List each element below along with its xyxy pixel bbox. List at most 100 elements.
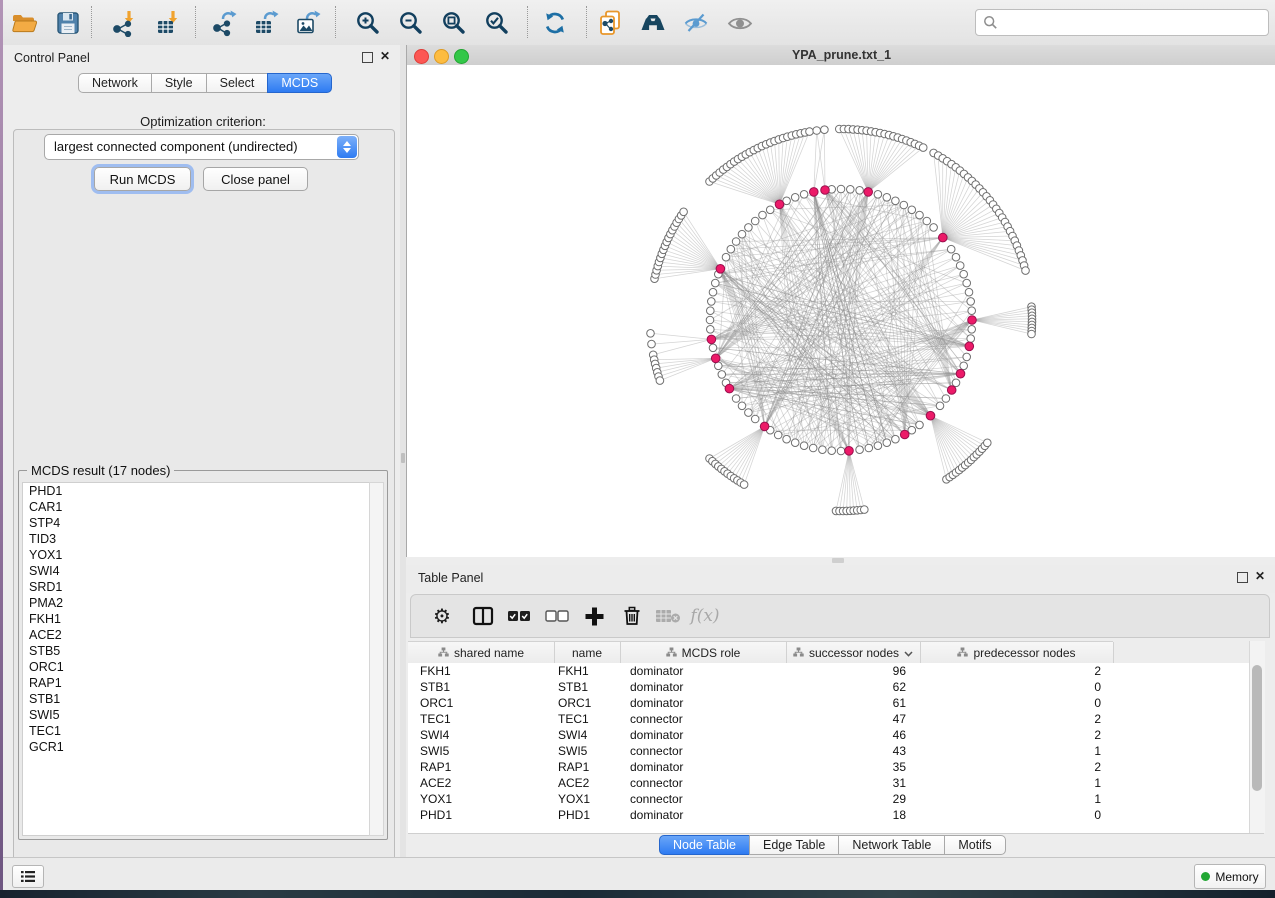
table-tab-motifs[interactable]: Motifs [944,835,1005,855]
table-row[interactable]: RAP1RAP1dominator352 [408,759,1249,775]
zoom-in-icon[interactable] [353,8,383,38]
table-row[interactable]: FKH1FKH1dominator962 [408,663,1249,679]
column-header-name[interactable]: name [554,642,621,663]
tab-style[interactable]: Style [151,73,207,93]
splitter-grip[interactable] [401,453,405,463]
table-cell: ACE2 [558,775,618,791]
tab-select[interactable]: Select [206,73,269,93]
criterion-value: largest connected component (undirected) [54,139,298,154]
add-column-icon[interactable] [578,600,610,632]
column-header-label: name [572,646,602,660]
search-input[interactable] [998,12,1268,34]
import-table-icon[interactable] [153,8,183,38]
tab-mcds[interactable]: MCDS [267,73,332,93]
table-row[interactable]: YOX1YOX1connector291 [408,791,1249,807]
run-mcds-button[interactable]: Run MCDS [94,167,191,191]
table-scrollbar[interactable] [1249,641,1265,833]
zoom-out-icon[interactable] [396,8,426,38]
horizontal-splitter-grip[interactable] [832,558,844,563]
table-tab-node-table[interactable]: Node Table [659,835,750,855]
network-titlebar[interactable]: YPA_prune.txt_1 [407,45,1275,66]
mcds-node-item[interactable]: PMA2 [23,595,370,611]
show-column-panel-icon[interactable] [467,600,499,632]
open-session-icon[interactable] [9,8,39,38]
table-cell: 61 [786,695,906,711]
mcds-node-item[interactable]: CAR1 [23,499,370,515]
export-network-icon[interactable] [209,8,239,38]
mcds-node-item[interactable]: STP4 [23,515,370,531]
task-history-button[interactable] [12,865,44,888]
memory-button[interactable]: Memory [1194,864,1266,889]
deselect-all-columns-icon[interactable] [541,600,573,632]
table-cell: STB1 [558,679,618,695]
first-neighbors-icon[interactable] [638,8,668,38]
minimize-window-icon[interactable] [434,49,449,64]
mcds-node-item[interactable]: GCR1 [23,739,370,755]
close-table-panel-icon[interactable]: ✕ [1255,572,1265,581]
mcds-node-item[interactable]: SWI4 [23,563,370,579]
mcds-node-item[interactable]: STB1 [23,691,370,707]
table-row[interactable]: PHD1PHD1dominator180 [408,807,1249,823]
table-settings-icon[interactable]: ⚙ [426,600,458,632]
float-table-panel-icon[interactable] [1237,572,1248,583]
column-header-predecessor-nodes[interactable]: predecessor nodes [920,642,1114,663]
column-header-shared-name[interactable]: shared name [408,642,555,663]
tab-network[interactable]: Network [78,73,152,93]
delete-column-icon[interactable] [616,600,648,632]
mcds-node-item[interactable]: TEC1 [23,723,370,739]
column-header-label: shared name [454,646,524,660]
maximize-window-icon[interactable] [454,49,469,64]
table-cell: 18 [786,807,906,823]
network-view-window: YPA_prune.txt_1 [406,45,1275,557]
mcds-node-item[interactable]: STB5 [23,643,370,659]
shared-column-icon [793,646,804,660]
close-window-icon[interactable] [414,49,429,64]
column-header-MCDS-role[interactable]: MCDS role [620,642,787,663]
save-session-icon[interactable] [53,8,83,38]
float-panel-icon[interactable] [362,52,373,63]
mcds-node-item[interactable]: PHD1 [23,483,370,499]
mcds-node-item[interactable]: YOX1 [23,547,370,563]
import-network-icon[interactable] [109,8,139,38]
table-cell: dominator [630,727,780,743]
memory-label: Memory [1215,870,1258,884]
export-table-icon[interactable] [251,8,281,38]
criterion-dropdown[interactable]: largest connected component (undirected) [44,134,359,160]
table-row[interactable]: ORC1ORC1dominator610 [408,695,1249,711]
network-from-file-icon[interactable] [595,8,625,38]
table-scrollbar-thumb[interactable] [1252,665,1262,791]
zoom-fit-icon[interactable] [439,8,469,38]
network-canvas[interactable] [407,65,1275,557]
mcds-result-list[interactable]: PHD1CAR1STP4TID3YOX1SWI4SRD1PMA2FKH1ACE2… [22,482,371,836]
node-table[interactable]: FKH1FKH1dominator962STB1STB1dominator620… [408,663,1249,833]
mcds-node-item[interactable]: FKH1 [23,611,370,627]
column-header-successor-nodes[interactable]: successor nodes [786,642,921,663]
mcds-node-item[interactable]: TID3 [23,531,370,547]
table-row[interactable]: SWI5SWI5connector431 [408,743,1249,759]
table-cell: 62 [786,679,906,695]
table-row[interactable]: STB1STB1dominator620 [408,679,1249,695]
column-header-label: successor nodes [809,646,899,660]
mcds-list-scrollbar[interactable] [369,482,384,836]
table-row[interactable]: ACE2ACE2connector311 [408,775,1249,791]
show-all-icon[interactable] [725,8,755,38]
mcds-node-item[interactable]: SRD1 [23,579,370,595]
select-all-columns-icon[interactable] [503,600,535,632]
close-panel-button[interactable]: Close panel [203,167,308,191]
mcds-node-item[interactable]: SWI5 [23,707,370,723]
mcds-node-item[interactable]: ORC1 [23,659,370,675]
table-cell: 1 [920,791,1101,807]
table-tab-edge-table[interactable]: Edge Table [749,835,839,855]
table-row[interactable]: SWI4SWI4dominator462 [408,727,1249,743]
apply-layout-icon[interactable] [540,8,570,38]
mcds-node-item[interactable]: ACE2 [23,627,370,643]
hide-selected-icon[interactable] [681,8,711,38]
table-tab-network-table[interactable]: Network Table [838,835,945,855]
table-cell: SWI4 [420,727,548,743]
zoom-selected-icon[interactable] [482,8,512,38]
mcds-node-item[interactable]: RAP1 [23,675,370,691]
close-panel-icon[interactable]: ✕ [380,52,390,61]
table-cell: 46 [786,727,906,743]
export-image-icon[interactable] [293,8,323,38]
table-row[interactable]: TEC1TEC1connector472 [408,711,1249,727]
